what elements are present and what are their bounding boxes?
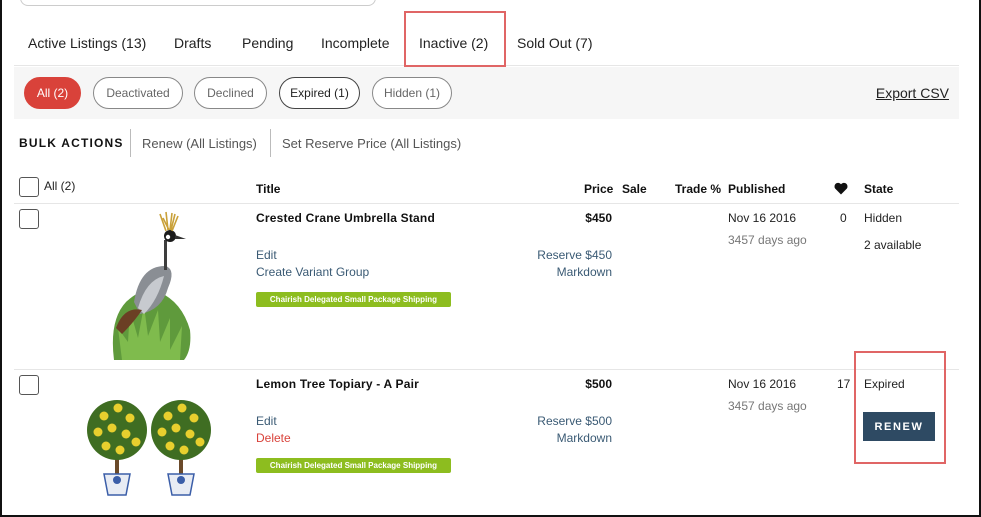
markdown-link[interactable]: Markdown xyxy=(492,431,612,445)
row-checkbox[interactable] xyxy=(19,209,39,229)
row-checkbox[interactable] xyxy=(19,375,39,395)
tab-active-listings[interactable]: Active Listings (13) xyxy=(28,35,146,51)
filter-declined[interactable]: Declined xyxy=(194,77,267,109)
header-state: State xyxy=(864,182,894,196)
published-age: 3457 days ago xyxy=(728,399,807,413)
lemon-topiary-image xyxy=(87,400,211,496)
favorites-count: 0 xyxy=(840,211,847,225)
filter-deactivated[interactable]: Deactivated xyxy=(93,77,183,109)
tab-inactive[interactable]: Inactive (2) xyxy=(419,35,488,51)
header-price: Price xyxy=(584,182,614,196)
divider xyxy=(270,129,271,157)
set-reserve-all-link[interactable]: Set Reserve Price (All Listings) xyxy=(282,136,461,151)
price: $450 xyxy=(585,211,612,225)
reserve-price-link[interactable]: Reserve $500 xyxy=(492,414,612,428)
heart-icon xyxy=(834,182,848,195)
tab-sold-out[interactable]: Sold Out (7) xyxy=(517,35,592,51)
divider xyxy=(130,129,131,157)
crested-crane-image xyxy=(112,211,191,360)
header-sale: Sale xyxy=(622,182,647,196)
published-age: 3457 days ago xyxy=(728,233,807,247)
filter-bar: All (2) Deactivated Declined Expired (1)… xyxy=(14,67,959,119)
tab-drafts[interactable]: Drafts xyxy=(174,35,211,51)
price: $500 xyxy=(585,377,612,391)
bulk-actions-title: BULK ACTIONS xyxy=(19,136,124,150)
create-variant-group-link[interactable]: Create Variant Group xyxy=(256,265,369,279)
renew-button[interactable]: RENEW xyxy=(863,412,935,441)
listing-tabs: Active Listings (13) Drafts Pending Inco… xyxy=(14,22,959,66)
published-date: Nov 16 2016 xyxy=(728,377,797,391)
state-label: Hidden xyxy=(864,211,903,225)
delete-link[interactable]: Delete xyxy=(256,431,291,445)
state-label: Expired xyxy=(864,377,905,391)
tab-incomplete[interactable]: Incomplete xyxy=(321,35,389,51)
listing-title[interactable]: Crested Crane Umbrella Stand xyxy=(256,211,435,225)
header-trade: Trade % xyxy=(675,182,722,196)
header-title: Title xyxy=(256,182,281,196)
listing-title[interactable]: Lemon Tree Topiary - A Pair xyxy=(256,377,419,391)
markdown-link[interactable]: Markdown xyxy=(492,265,612,279)
export-csv-link[interactable]: Export CSV xyxy=(876,85,949,101)
row-divider xyxy=(14,203,959,204)
filter-all[interactable]: All (2) xyxy=(24,77,81,109)
select-all-label: All (2) xyxy=(44,179,76,193)
bulk-actions-bar: BULK ACTIONS Renew (All Listings) Set Re… xyxy=(14,127,959,157)
select-all-checkbox[interactable] xyxy=(19,177,39,197)
filter-expired[interactable]: Expired (1) xyxy=(279,77,360,109)
row-divider xyxy=(14,369,959,370)
shipping-badge: Chairish Delegated Small Package Shippin… xyxy=(256,458,451,473)
header-published: Published xyxy=(728,182,786,196)
edit-link[interactable]: Edit xyxy=(256,248,277,262)
edit-link[interactable]: Edit xyxy=(256,414,277,428)
reserve-price-link[interactable]: Reserve $450 xyxy=(492,248,612,262)
renew-all-link[interactable]: Renew (All Listings) xyxy=(142,136,257,151)
published-date: Nov 16 2016 xyxy=(728,211,797,225)
favorites-count: 17 xyxy=(837,377,851,391)
shipping-badge: Chairish Delegated Small Package Shippin… xyxy=(256,292,451,307)
tab-pending[interactable]: Pending xyxy=(242,35,293,51)
availability-label: 2 available xyxy=(864,238,922,252)
filter-hidden[interactable]: Hidden (1) xyxy=(372,77,452,109)
search-box-edge[interactable] xyxy=(20,0,376,6)
